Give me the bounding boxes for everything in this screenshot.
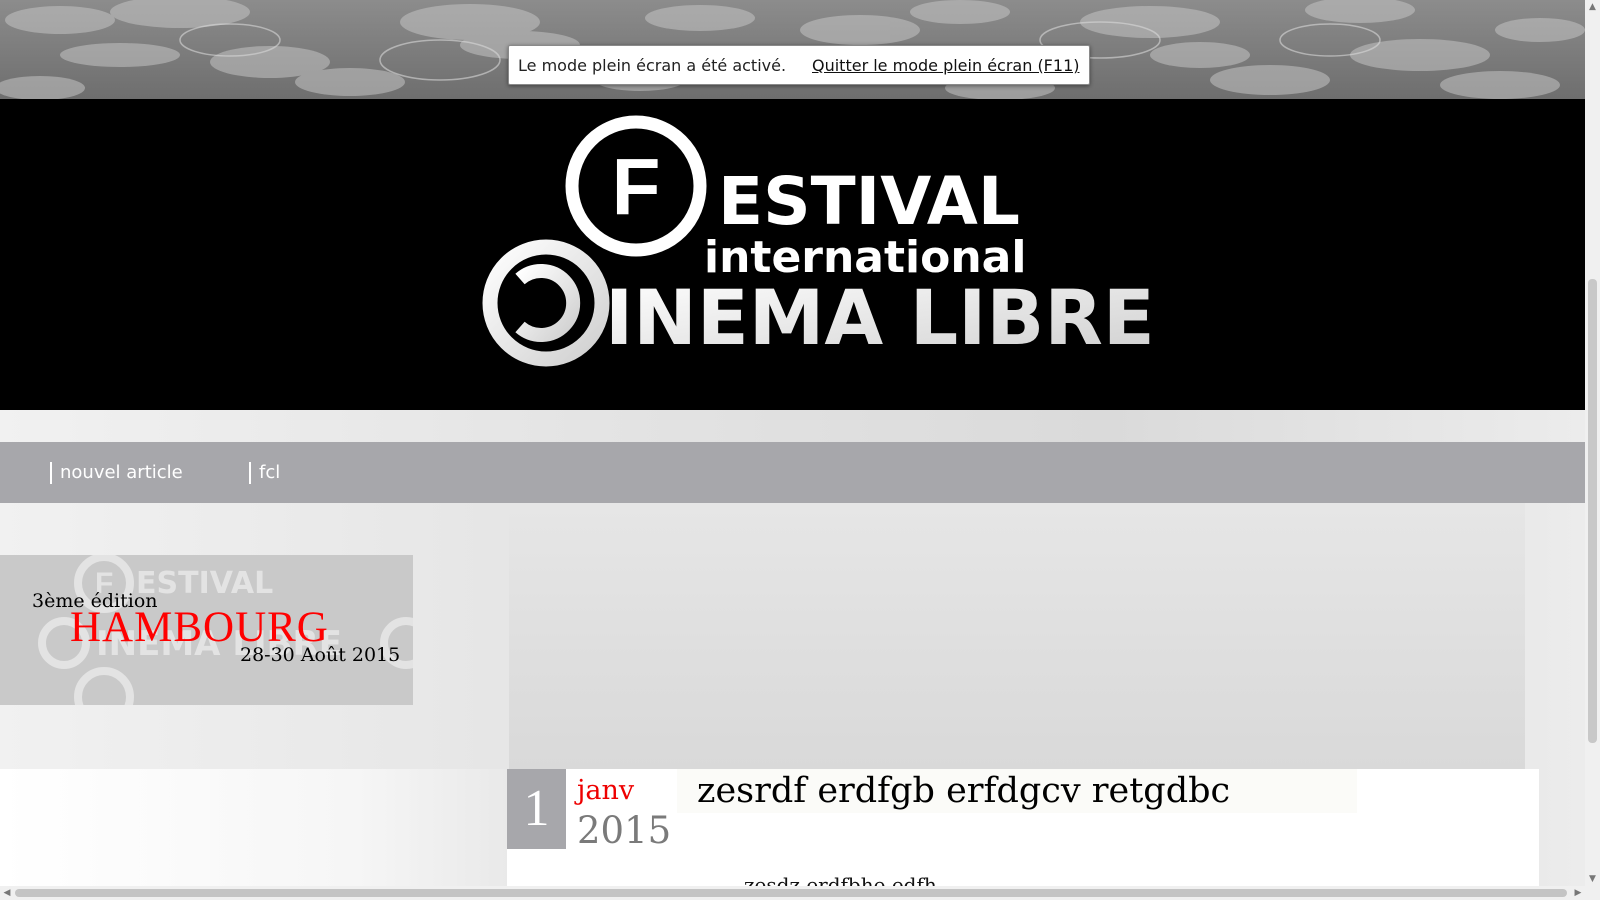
sidebar-background xyxy=(0,769,508,889)
content-panel xyxy=(509,503,1525,769)
horizontal-scroll-thumb[interactable] xyxy=(15,889,1567,897)
festival-banner: F ESTIVAL international INEMA LIBRE xyxy=(0,99,1585,410)
article-year: 2015 xyxy=(577,809,672,852)
vertical-scroll-thumb[interactable] xyxy=(1588,279,1597,743)
copyleft-circle-icon xyxy=(482,239,610,367)
article-card: 1 janv 2015 zesrdf erdfgb erfdgcv retgdb… xyxy=(507,769,1539,897)
main-navigation: nouvel article fcl xyxy=(0,442,1585,503)
arrow-right-icon[interactable]: ▶ xyxy=(1571,886,1585,900)
festival-logo[interactable]: F ESTIVAL international INEMA LIBRE xyxy=(0,99,1585,410)
article-day: 1 xyxy=(507,769,566,849)
logo-festival-text: ESTIVAL xyxy=(718,163,1020,240)
fullscreen-message: Le mode plein écran a été activé. xyxy=(518,56,787,75)
vertical-scrollbar[interactable]: ▲ ▼ xyxy=(1585,0,1600,900)
nav-item-fcl[interactable]: fcl xyxy=(249,462,280,484)
header-bokeh-background: Le mode plein écran a été activé. Quitte… xyxy=(0,0,1585,99)
nav-item-nouvel-article[interactable]: nouvel article xyxy=(50,462,183,484)
article-title-box: zesrdf erdfgb erfdgcv retgdbc xyxy=(677,769,1357,813)
hamburg-promo-banner[interactable]: F ESTIVAL INEMA LIBRE 3ème édition HAMBO… xyxy=(0,555,413,705)
arrow-down-icon[interactable]: ▼ xyxy=(1585,872,1600,886)
copyleft-c-icon xyxy=(515,264,581,342)
logo-cinema-libre-text: INEMA LIBRE xyxy=(605,273,1155,362)
article-title[interactable]: zesrdf erdfgb erfdgcv retgdbc xyxy=(697,771,1230,811)
article-month: janv xyxy=(577,775,635,806)
horizontal-scrollbar[interactable]: ◀ ▶ xyxy=(0,886,1585,900)
arrow-up-icon[interactable]: ▲ xyxy=(1585,0,1600,14)
exit-fullscreen-link[interactable]: Quitter le mode plein écran (F11) xyxy=(812,56,1079,75)
arrow-left-icon[interactable]: ◀ xyxy=(0,886,14,900)
logo-f-letter: F xyxy=(612,142,661,231)
fullscreen-notification: Le mode plein écran a été activé. Quitte… xyxy=(508,45,1090,85)
promo-dates: 28-30 Août 2015 xyxy=(240,644,401,666)
